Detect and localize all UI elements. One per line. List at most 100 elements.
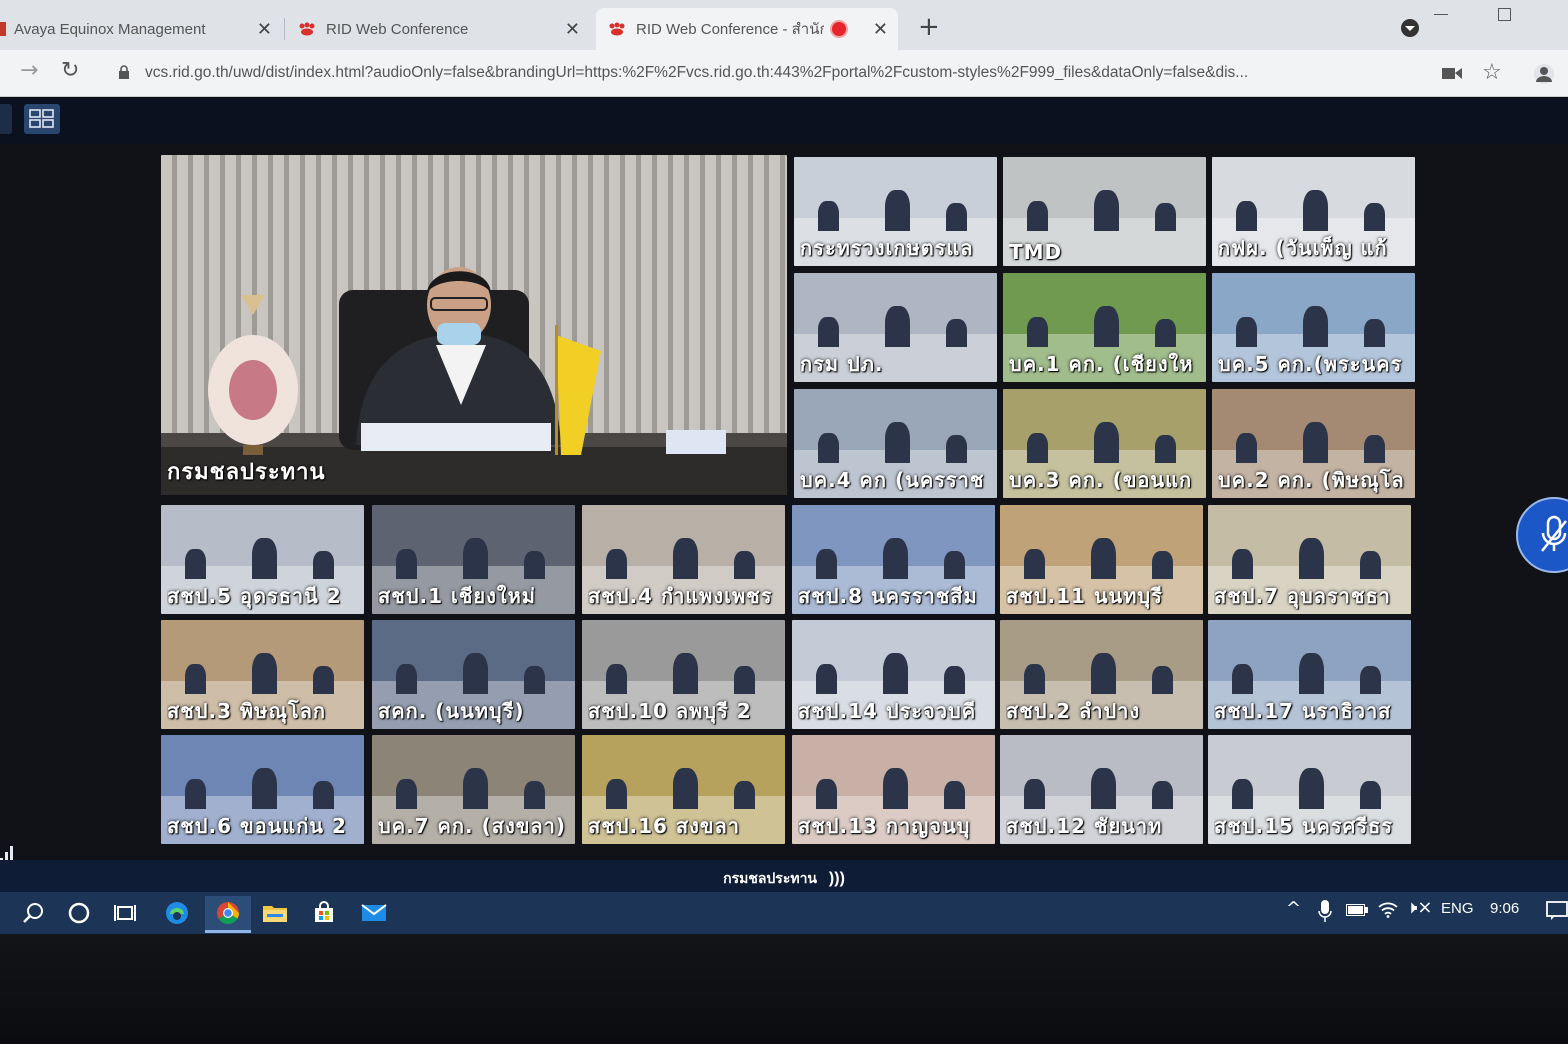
video-tile[interactable]: สชป.10 ลพบุรี 2 — [582, 620, 785, 729]
tab-rid-active[interactable]: RID Web Conference - สำนัก ✕ — [596, 8, 898, 50]
tab-separator — [284, 18, 285, 40]
active-speaker-indicator: กรมชลประทาน ))) — [0, 868, 1568, 890]
participant-label: กฟผ. (วันเพ็ญ แก้ — [1218, 236, 1388, 260]
paw-icon — [299, 22, 315, 36]
participant-label: สชป.12 ชัยนาท — [1006, 814, 1163, 838]
participant-label: สชป.16 สงขลา — [588, 814, 740, 838]
video-tile[interactable]: สชป.13 กาญจนบุ — [792, 735, 995, 844]
video-tile[interactable]: สชป.17 นราธิวาส — [1208, 620, 1411, 729]
video-tile[interactable]: สชป.6 ขอนแก่น 2 — [161, 735, 364, 844]
file-explorer-icon[interactable] — [258, 896, 292, 930]
video-tile[interactable]: สชป.11 นนทบุรี — [1000, 505, 1203, 614]
video-tile[interactable]: กระทรวงเกษตรแล — [794, 157, 997, 266]
conference-toolbar — [0, 98, 1568, 144]
paw-icon — [609, 22, 625, 36]
video-tile[interactable]: สชป.7 อุบลราชธา — [1208, 505, 1411, 614]
minimize-icon[interactable] — [1434, 14, 1448, 15]
participant-label: สชป.6 ขอนแก่น 2 — [167, 814, 347, 838]
video-tile[interactable]: บค.2 คก. (พิษณุโล — [1212, 389, 1415, 498]
mail-icon[interactable] — [357, 896, 391, 930]
video-tile[interactable]: สชป.16 สงขลา — [582, 735, 785, 844]
participant-label: สชป.8 นครราชสีม — [798, 584, 978, 608]
chrome-icon[interactable] — [205, 896, 251, 933]
tab-avaya[interactable]: Avaya Equinox Management ✕ — [0, 8, 282, 50]
close-tab-icon[interactable]: ✕ — [565, 19, 580, 40]
tab-title: Avaya Equinox Management — [14, 20, 206, 38]
video-tile[interactable]: บค.1 คก. (เชียงให — [1003, 273, 1206, 382]
video-tile[interactable]: บค.4 คก (นครราช — [794, 389, 997, 498]
speaker-view-button[interactable] — [0, 104, 12, 134]
action-center-icon[interactable] — [1546, 900, 1568, 922]
participant-label: กรมชลประทาน — [167, 460, 326, 485]
restore-icon[interactable] — [1498, 8, 1511, 21]
profile-avatar-icon[interactable] — [1534, 64, 1554, 84]
new-tab-button[interactable]: + — [918, 12, 940, 42]
monitor-bezel — [0, 934, 1568, 1044]
main-speaker-video — [161, 155, 787, 495]
windows-taskbar: ^ 🕨× — [0, 892, 1568, 934]
video-tile[interactable]: สชป.14 ประจวบคี — [792, 620, 995, 729]
search-icon[interactable] — [16, 896, 50, 930]
participant-label: บค.5 คก.(พระนคร — [1218, 352, 1403, 376]
video-tile[interactable]: สชป.12 ชัยนาท — [1000, 735, 1203, 844]
microphone-tray-icon[interactable] — [1318, 900, 1332, 922]
wifi-icon[interactable] — [1378, 900, 1398, 918]
forward-icon[interactable]: → — [20, 58, 38, 83]
microphone-muted-icon — [1541, 515, 1567, 552]
camera-icon[interactable] — [1442, 67, 1462, 80]
close-tab-icon[interactable]: ✕ — [257, 19, 272, 40]
participant-label: สชป.17 นราธิวาส — [1214, 699, 1392, 723]
video-tile[interactable]: สชป.4 กำแพงเพชร — [582, 505, 785, 614]
video-tile[interactable]: สชป.8 นครราชสีม — [792, 505, 995, 614]
reload-icon[interactable]: ↻ — [61, 58, 79, 83]
show-hidden-icons-chevron-icon[interactable]: ^ — [1286, 898, 1301, 919]
video-tile[interactable]: สคก. (นนทบุรี) — [372, 620, 575, 729]
close-tab-icon[interactable]: ✕ — [873, 19, 888, 40]
participant-label: สชป.4 กำแพงเพชร — [588, 584, 773, 608]
window-controls — [1388, 8, 1568, 38]
recording-icon — [830, 20, 848, 38]
video-tile[interactable]: TMD — [1003, 157, 1206, 266]
red-favicon-icon — [0, 22, 6, 36]
store-icon[interactable] — [307, 896, 341, 930]
participant-label: สชป.5 อุดรธานี 2 — [167, 584, 342, 608]
video-tile[interactable]: บค.3 คก. (ขอนแก — [1003, 389, 1206, 498]
grid-view-icon — [29, 109, 54, 128]
tab-title: RID Web Conference - สำนัก — [636, 21, 824, 38]
tab-rid-1[interactable]: RID Web Conference ✕ — [298, 8, 590, 50]
url-field[interactable]: vcs.rid.go.th/uwd/dist/index.html?audioO… — [145, 64, 1425, 82]
participant-label: สชป.11 นนทบุรี — [1006, 584, 1163, 608]
participant-label: บค.4 คก (นครราช — [800, 468, 985, 492]
participant-label: TMD — [1009, 240, 1063, 264]
video-tile-main[interactable]: กรมชลประทาน — [161, 155, 787, 495]
video-tile[interactable]: กฟผ. (วันเพ็ญ แก้ — [1212, 157, 1415, 266]
video-tile[interactable]: สชป.2 ลำปาง — [1000, 620, 1203, 729]
cortana-icon[interactable] — [62, 896, 96, 930]
input-language-indicator[interactable]: ENG — [1441, 900, 1474, 917]
mute-microphone-button[interactable] — [1516, 497, 1568, 573]
taskbar-clock[interactable]: 9:06 — [1490, 900, 1519, 917]
video-tile[interactable]: บค.5 คก.(พระนคร — [1212, 273, 1415, 382]
speaking-icon: ))) — [828, 870, 845, 887]
video-tile[interactable]: สชป.15 นครศรีธร — [1208, 735, 1411, 844]
edge-icon[interactable] — [160, 896, 194, 930]
participant-label: บค.2 คก. (พิษณุโล — [1218, 468, 1405, 492]
battery-icon[interactable] — [1346, 904, 1368, 916]
lock-icon — [119, 65, 129, 79]
participant-label: สชป.13 กาญจนบุ — [798, 814, 971, 838]
participant-label: บค.1 คก. (เชียงให — [1009, 352, 1194, 376]
browser-tab-bar: Avaya Equinox Management ✕ RID Web Confe… — [0, 0, 1568, 50]
video-tile[interactable]: บค.7 คก. (สงขลา) — [372, 735, 575, 844]
video-tile[interactable]: สชป.3 พิษณุโลก — [161, 620, 364, 729]
task-view-icon[interactable] — [108, 896, 142, 930]
video-tile[interactable]: กรม ปภ. — [794, 273, 997, 382]
volume-muted-icon[interactable]: 🕨× — [1406, 897, 1432, 918]
participant-label: บค.7 คก. (สงขลา) — [378, 814, 567, 838]
active-speaker-bar: กรมชลประทาน ))) — [0, 860, 1568, 892]
grid-view-button[interactable] — [24, 104, 60, 134]
bookmark-star-icon[interactable]: ☆ — [1482, 60, 1502, 85]
participant-label: สชป.7 อุบลราชธา — [1214, 584, 1391, 608]
participant-label: สชป.1 เชียงใหม่ — [378, 584, 536, 608]
video-tile[interactable]: สชป.1 เชียงใหม่ — [372, 505, 575, 614]
video-tile[interactable]: สชป.5 อุดรธานี 2 — [161, 505, 364, 614]
